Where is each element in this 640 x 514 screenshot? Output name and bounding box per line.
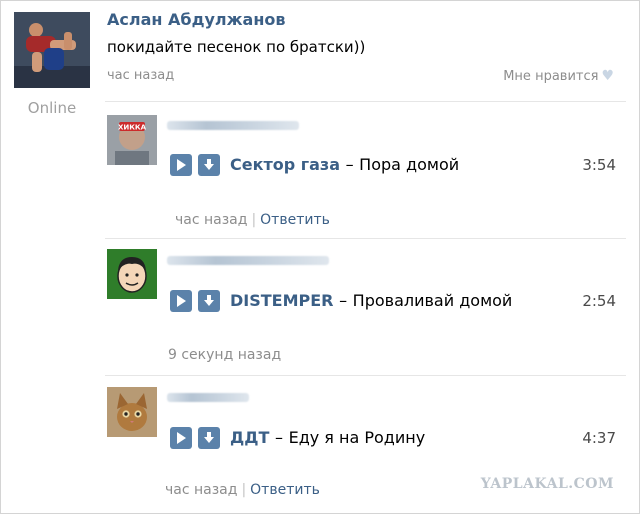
divider — [105, 375, 626, 376]
track-duration: 2:54 — [582, 292, 616, 310]
reply-link[interactable]: Ответить — [260, 212, 330, 228]
audio-track: DISTEMPER – Проваливай домой 2:54 — [170, 290, 620, 314]
like-label: Мне нравится — [503, 69, 599, 84]
download-icon — [204, 432, 214, 443]
track-separator: – — [345, 155, 354, 174]
track-title[interactable]: Пора домой — [359, 155, 459, 174]
play-button[interactable] — [170, 427, 192, 449]
author-avatar[interactable] — [14, 12, 90, 88]
track-artist[interactable]: Сектор газа — [230, 155, 340, 174]
track-separator: – — [339, 291, 348, 310]
post-timestamp[interactable]: час назад — [107, 68, 174, 83]
like-button[interactable]: Мне нравится ♥ — [503, 68, 614, 84]
track-artist[interactable]: ДДТ — [230, 428, 269, 447]
play-icon — [177, 159, 186, 171]
comment-meta: 9 секунд назад — [168, 347, 281, 363]
download-icon — [204, 295, 214, 306]
track-duration: 4:37 — [582, 429, 616, 447]
comment-timestamp[interactable]: час назад — [175, 212, 247, 228]
play-button[interactable] — [170, 290, 192, 312]
commenter-name-blurred[interactable] — [167, 121, 299, 130]
track-duration: 3:54 — [582, 156, 616, 174]
comment-meta: час назад | Ответить — [175, 212, 330, 228]
track-title[interactable]: Еду я на Родину — [289, 428, 426, 447]
play-button[interactable] — [170, 154, 192, 176]
comment-timestamp[interactable]: 9 секунд назад — [168, 347, 281, 363]
avatar-caption: ХИККА — [118, 124, 147, 132]
post-text: покидайте песенок по братски)) — [107, 38, 366, 56]
divider — [105, 238, 626, 239]
online-status: Online — [27, 99, 77, 117]
commenter-name-blurred[interactable] — [167, 393, 249, 402]
meta-separator: | — [241, 482, 247, 498]
comment-avatar[interactable] — [107, 249, 157, 299]
download-button[interactable] — [198, 290, 220, 312]
comment-avatar[interactable]: ХИККА — [107, 115, 157, 165]
meta-separator: | — [251, 212, 257, 228]
audio-track: ДДТ – Еду я на Родину 4:37 — [170, 427, 620, 451]
download-button[interactable] — [198, 154, 220, 176]
commenter-name-blurred[interactable] — [167, 256, 329, 265]
download-icon — [204, 159, 214, 170]
comment-avatar[interactable] — [107, 387, 157, 437]
reply-link[interactable]: Ответить — [250, 482, 320, 498]
divider — [105, 101, 626, 102]
post-author-name[interactable]: Аслан Абдулжанов — [107, 10, 286, 29]
heart-icon: ♥ — [601, 68, 614, 84]
track-artist[interactable]: DISTEMPER — [230, 291, 334, 310]
track-title[interactable]: Проваливай домой — [353, 291, 513, 310]
play-icon — [177, 432, 186, 444]
play-icon — [177, 295, 186, 307]
comment-meta: час назад | Ответить — [165, 482, 320, 498]
comment-timestamp[interactable]: час назад — [165, 482, 237, 498]
watermark: YAPLAKAL.COM — [480, 476, 614, 492]
track-separator: – — [275, 428, 283, 447]
audio-track: Сектор газа – Пора домой 3:54 — [170, 154, 620, 178]
download-button[interactable] — [198, 427, 220, 449]
